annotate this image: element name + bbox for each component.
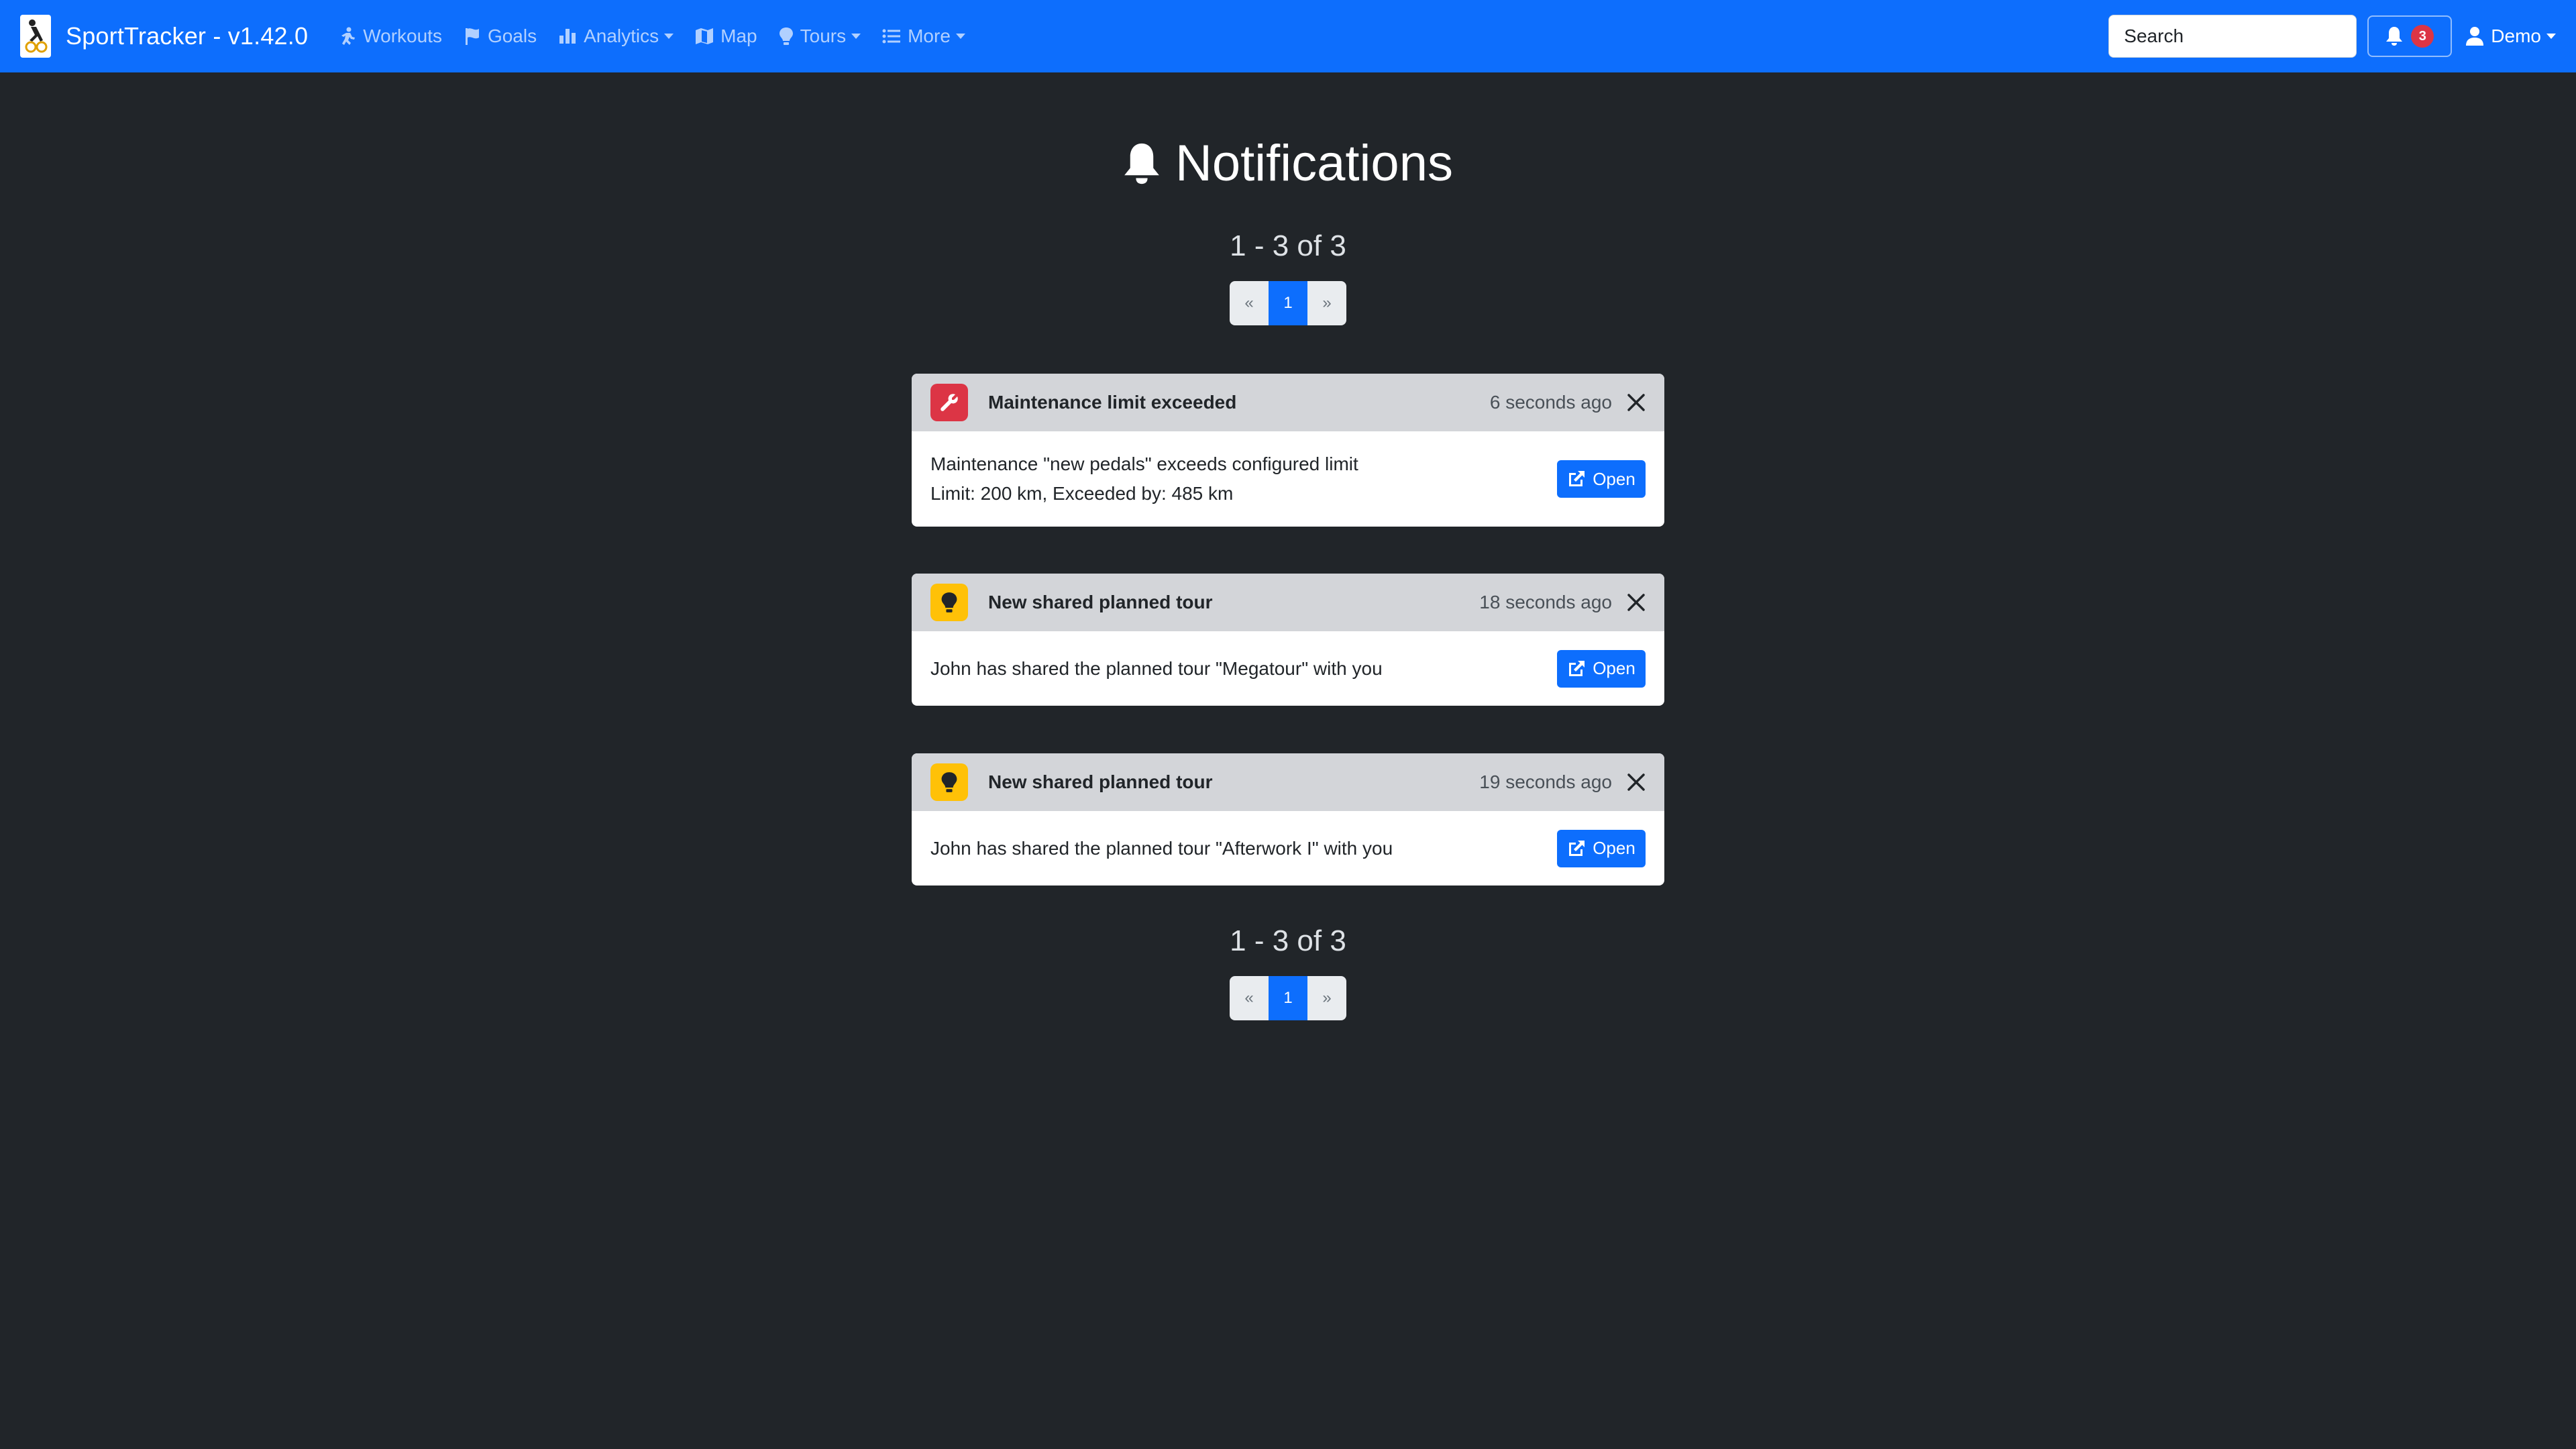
nav-right: 3 Demo	[2108, 15, 2556, 58]
runner-icon	[341, 27, 356, 45]
main-nav: Workouts Goals Analytics Map Tours More	[339, 25, 987, 47]
notification-time: 18 seconds ago	[1479, 592, 1612, 612]
nav-workouts[interactable]: Workouts	[339, 25, 442, 47]
close-icon	[1627, 594, 1645, 611]
pagination-prev-button[interactable]: «	[1230, 976, 1269, 1020]
nav-map[interactable]: Map	[695, 25, 757, 47]
bar-chart-icon	[559, 29, 576, 44]
open-button-label: Open	[1593, 658, 1635, 678]
notification-message: Maintenance "new pedals" exceeds configu…	[930, 449, 1358, 508]
external-link-icon	[1569, 471, 1585, 486]
search-input[interactable]	[2108, 15, 2357, 58]
chevron-down-icon	[664, 34, 674, 39]
notification-message-line: John has shared the planned tour "Megato…	[930, 657, 1383, 679]
nav-workouts-label: Workouts	[363, 25, 442, 46]
bell-icon	[1124, 143, 1159, 184]
notification-title: New shared planned tour	[988, 771, 1213, 792]
pagination-top: « 1 »	[1230, 281, 1346, 325]
open-button-label: Open	[1593, 468, 1635, 489]
pagination-prev-button[interactable]: «	[1230, 281, 1269, 325]
map-icon	[696, 28, 714, 44]
notification-time: 6 seconds ago	[1489, 392, 1612, 413]
dismiss-button[interactable]	[1627, 773, 1646, 792]
dismiss-button[interactable]	[1627, 393, 1646, 412]
open-button[interactable]: Open	[1557, 829, 1646, 867]
chevron-down-icon	[851, 34, 861, 39]
nav-more[interactable]: More	[882, 25, 965, 47]
dismiss-button[interactable]	[1627, 593, 1646, 612]
user-icon	[2466, 27, 2484, 46]
lightbulb-icon	[779, 28, 793, 45]
nav-tours[interactable]: Tours	[779, 25, 861, 47]
open-button-label: Open	[1593, 838, 1635, 858]
external-link-icon	[1569, 660, 1585, 676]
pagination-next-button[interactable]: »	[1307, 281, 1346, 325]
nav-map-label: Map	[720, 25, 757, 46]
open-button[interactable]: Open	[1557, 460, 1646, 498]
flag-icon	[465, 28, 479, 45]
notification-message-line: Limit: 200 km, Exceeded by: 485 km	[930, 483, 1234, 504]
notification-body: Maintenance "new pedals" exceeds configu…	[912, 431, 1664, 527]
notification-body: John has shared the planned tour "Afterw…	[912, 811, 1664, 885]
range-text-bottom: 1 - 3 of 3	[1230, 924, 1346, 957]
external-link-icon	[1569, 840, 1585, 856]
user-menu[interactable]: Demo	[2465, 25, 2556, 47]
pagination-bottom: « 1 »	[1230, 976, 1346, 1020]
range-text-top: 1 - 3 of 3	[1230, 229, 1346, 262]
lightbulb-icon	[930, 763, 968, 801]
pagination-next-button[interactable]: »	[1307, 976, 1346, 1020]
list-icon	[882, 29, 901, 44]
pagination-page-button[interactable]: 1	[1269, 976, 1307, 1020]
wrench-icon	[930, 384, 968, 421]
app-title: SportTracker - v1.42.0	[66, 22, 309, 50]
notifications-button[interactable]: 3	[2367, 15, 2453, 57]
nav-tours-label: Tours	[800, 25, 847, 46]
lightbulb-icon	[930, 584, 968, 621]
close-icon	[1627, 394, 1645, 411]
notification-card: New shared planned tour 18 seconds ago J…	[912, 574, 1664, 706]
notification-card: New shared planned tour 19 seconds ago J…	[912, 753, 1664, 885]
notification-message: John has shared the planned tour "Afterw…	[930, 834, 1393, 863]
notification-header: New shared planned tour 19 seconds ago	[912, 753, 1664, 811]
top-navbar: SportTracker - v1.42.0 Workouts Goals An…	[0, 0, 2576, 72]
close-icon	[1627, 773, 1645, 791]
nav-goals-label: Goals	[487, 25, 537, 46]
notification-body: John has shared the planned tour "Megato…	[912, 631, 1664, 706]
nav-goals[interactable]: Goals	[464, 25, 537, 47]
notification-count-badge: 3	[2411, 25, 2434, 48]
pagination-page-button[interactable]: 1	[1269, 281, 1307, 325]
notification-time: 19 seconds ago	[1479, 771, 1612, 792]
brand-link[interactable]: SportTracker - v1.42.0	[20, 15, 308, 58]
chevron-down-icon	[2546, 34, 2556, 39]
nav-more-label: More	[908, 25, 951, 46]
notification-card: Maintenance limit exceeded 6 seconds ago…	[912, 374, 1664, 527]
nav-analytics-label: Analytics	[584, 25, 659, 46]
bell-icon	[2386, 27, 2403, 46]
chevron-down-icon	[955, 34, 965, 39]
page-title-text: Notifications	[1175, 135, 1453, 192]
nav-analytics[interactable]: Analytics	[558, 25, 674, 47]
notification-message: John has shared the planned tour "Megato…	[930, 654, 1383, 684]
open-button[interactable]: Open	[1557, 649, 1646, 688]
notification-title: Maintenance limit exceeded	[988, 392, 1237, 413]
notification-message-line: Maintenance "new pedals" exceeds configu…	[930, 453, 1358, 474]
notification-title: New shared planned tour	[988, 592, 1213, 612]
notification-message-line: John has shared the planned tour "Afterw…	[930, 837, 1393, 859]
notification-header: New shared planned tour 18 seconds ago	[912, 574, 1664, 631]
notification-header: Maintenance limit exceeded 6 seconds ago	[912, 374, 1664, 431]
page-title: Notifications	[0, 134, 2576, 193]
user-name: Demo	[2491, 25, 2541, 46]
app-logo-icon	[20, 15, 51, 58]
